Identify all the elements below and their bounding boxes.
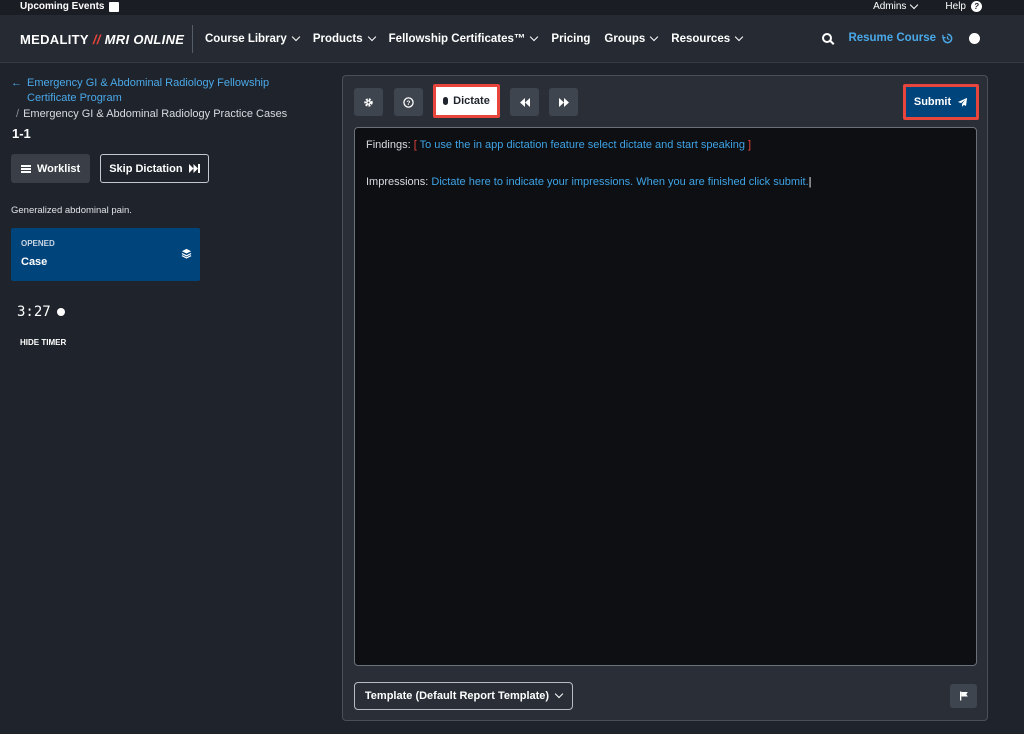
nav-fellowship-certificates[interactable]: Fellowship Certificates™ — [388, 32, 539, 45]
skip-dictation-button[interactable]: Skip Dictation — [100, 154, 209, 183]
help-button[interactable]: ? — [394, 88, 423, 116]
history-icon — [942, 33, 953, 43]
list-icon — [21, 164, 31, 173]
nav-item-label: Course Library — [205, 33, 287, 45]
main-nav: MEDALITY//MRI ONLINE Course Library Prod… — [0, 15, 1024, 63]
microphone-icon — [443, 97, 449, 105]
back-link-label: Emergency GI & Abdominal Radiology Fello… — [27, 77, 270, 104]
nav-groups[interactable]: Groups — [604, 32, 659, 45]
report-editor[interactable]: Findings: [ To use the in app dictation … — [354, 127, 977, 666]
template-dropdown[interactable]: Template (Default Report Template) — [354, 682, 573, 710]
nav-item-label: Pricing — [551, 33, 591, 45]
chevron-down-icon — [910, 0, 919, 9]
findings-label: Findings: — [366, 139, 411, 151]
dictate-button[interactable]: Dictate — [433, 84, 500, 118]
stopwatch-icon — [56, 308, 65, 316]
skip-forward-icon — [188, 164, 200, 173]
template-label: Template (Default Report Template) — [364, 690, 550, 702]
nav-pricing[interactable]: Pricing — [551, 33, 590, 45]
resume-course-link[interactable]: Resume Course — [848, 32, 953, 44]
case-sidebar: ← Emergency GI & Abdominal Radiology Fel… — [0, 64, 330, 734]
nav-item-label: Products — [312, 33, 363, 45]
utility-bar: Upcoming Events Admins Help? — [0, 0, 1024, 15]
nav-resources[interactable]: Resources — [671, 32, 744, 45]
impressions-label: Impressions: — [366, 176, 429, 188]
search-icon[interactable] — [822, 33, 833, 43]
clinical-history: Generalized abdominal pain. — [11, 205, 132, 216]
paper-plane-icon — [958, 97, 968, 107]
chevron-down-icon — [554, 689, 564, 699]
user-account-icon[interactable] — [969, 32, 980, 44]
rewind-button[interactable] — [510, 88, 539, 116]
chevron-down-icon — [291, 32, 301, 42]
fast-forward-icon — [558, 97, 569, 107]
upcoming-events-link[interactable]: Upcoming Events — [20, 1, 120, 12]
submit-button[interactable]: Submit — [903, 84, 979, 120]
impressions-text[interactable]: Dictate here to indicate your impression… — [431, 176, 808, 188]
flag-button[interactable] — [950, 684, 977, 708]
svg-text:?: ? — [407, 99, 411, 106]
chevron-down-icon — [650, 32, 659, 42]
field-bracket-open: [ — [413, 139, 417, 151]
nav-item-label: Fellowship Certificates™ — [388, 33, 526, 45]
breadcrumb[interactable]: / Emergency GI & Abdominal Radiology Prac… — [16, 108, 287, 120]
opened-label: OPENED — [21, 239, 55, 248]
nav-course-library[interactable]: Course Library — [205, 32, 301, 45]
nav-divider — [192, 25, 193, 53]
gear-icon — [364, 97, 373, 107]
question-circle-icon: ? — [403, 96, 414, 108]
impressions-line[interactable]: Impressions: Dictate here to indicate yo… — [366, 176, 812, 188]
text-cursor: | — [808, 176, 812, 188]
layers-icon — [181, 248, 192, 259]
fast-forward-button[interactable] — [549, 88, 578, 116]
chevron-down-icon — [367, 32, 376, 42]
opened-case-card[interactable]: OPENED Case — [11, 228, 200, 281]
logo-mri-online: MRI ONLINE — [104, 32, 185, 47]
nav-item-label: Groups — [604, 33, 646, 45]
admins-menu[interactable]: Admins — [873, 0, 919, 12]
calendar-icon — [109, 1, 120, 12]
findings-text[interactable]: To use the in app dictation feature sele… — [420, 139, 745, 151]
findings-line[interactable]: Findings: [ To use the in app dictation … — [366, 139, 751, 151]
flag-icon — [959, 691, 968, 701]
admins-label: Admins — [873, 1, 907, 12]
settings-button[interactable] — [354, 88, 383, 116]
logo-slash: // — [92, 32, 101, 47]
logo[interactable]: MEDALITY//MRI ONLINE — [20, 32, 184, 47]
arrow-left-icon: ← — [11, 77, 22, 89]
chevron-down-icon — [530, 32, 539, 42]
dictate-label: Dictate — [453, 95, 490, 107]
worklist-button[interactable]: Worklist — [11, 154, 91, 183]
help-icon: ? — [971, 1, 982, 12]
resume-course-label: Resume Course — [848, 32, 936, 44]
nav-item-label: Resources — [671, 33, 731, 45]
timer-value: 3:27 — [17, 304, 51, 320]
opened-value: Case — [21, 256, 48, 268]
case-id: 1-1 — [12, 126, 31, 141]
upcoming-events-label: Upcoming Events — [20, 1, 105, 12]
dictation-panel: ? Dictate Submit Findings: [ To use the … — [342, 75, 988, 721]
help-label: Help — [945, 1, 966, 12]
rewind-icon — [519, 97, 530, 107]
chevron-down-icon — [734, 32, 744, 42]
hide-timer-button[interactable]: HIDE TIMER — [20, 338, 66, 347]
breadcrumb-label: Emergency GI & Abdominal Radiology Pract… — [23, 108, 288, 120]
nav-products[interactable]: Products — [312, 32, 376, 45]
case-timer: 3:27 — [17, 304, 65, 320]
skip-dictation-label: Skip Dictation — [109, 162, 183, 175]
help-menu[interactable]: Help? — [945, 1, 982, 12]
submit-label: Submit — [913, 96, 952, 108]
logo-medality: MEDALITY — [20, 32, 89, 47]
worklist-label: Worklist — [37, 162, 81, 175]
breadcrumb-separator: / — [16, 108, 20, 120]
back-to-program-link[interactable]: ← Emergency GI & Abdominal Radiology Fel… — [11, 76, 321, 106]
field-bracket-close: ] — [748, 139, 752, 151]
